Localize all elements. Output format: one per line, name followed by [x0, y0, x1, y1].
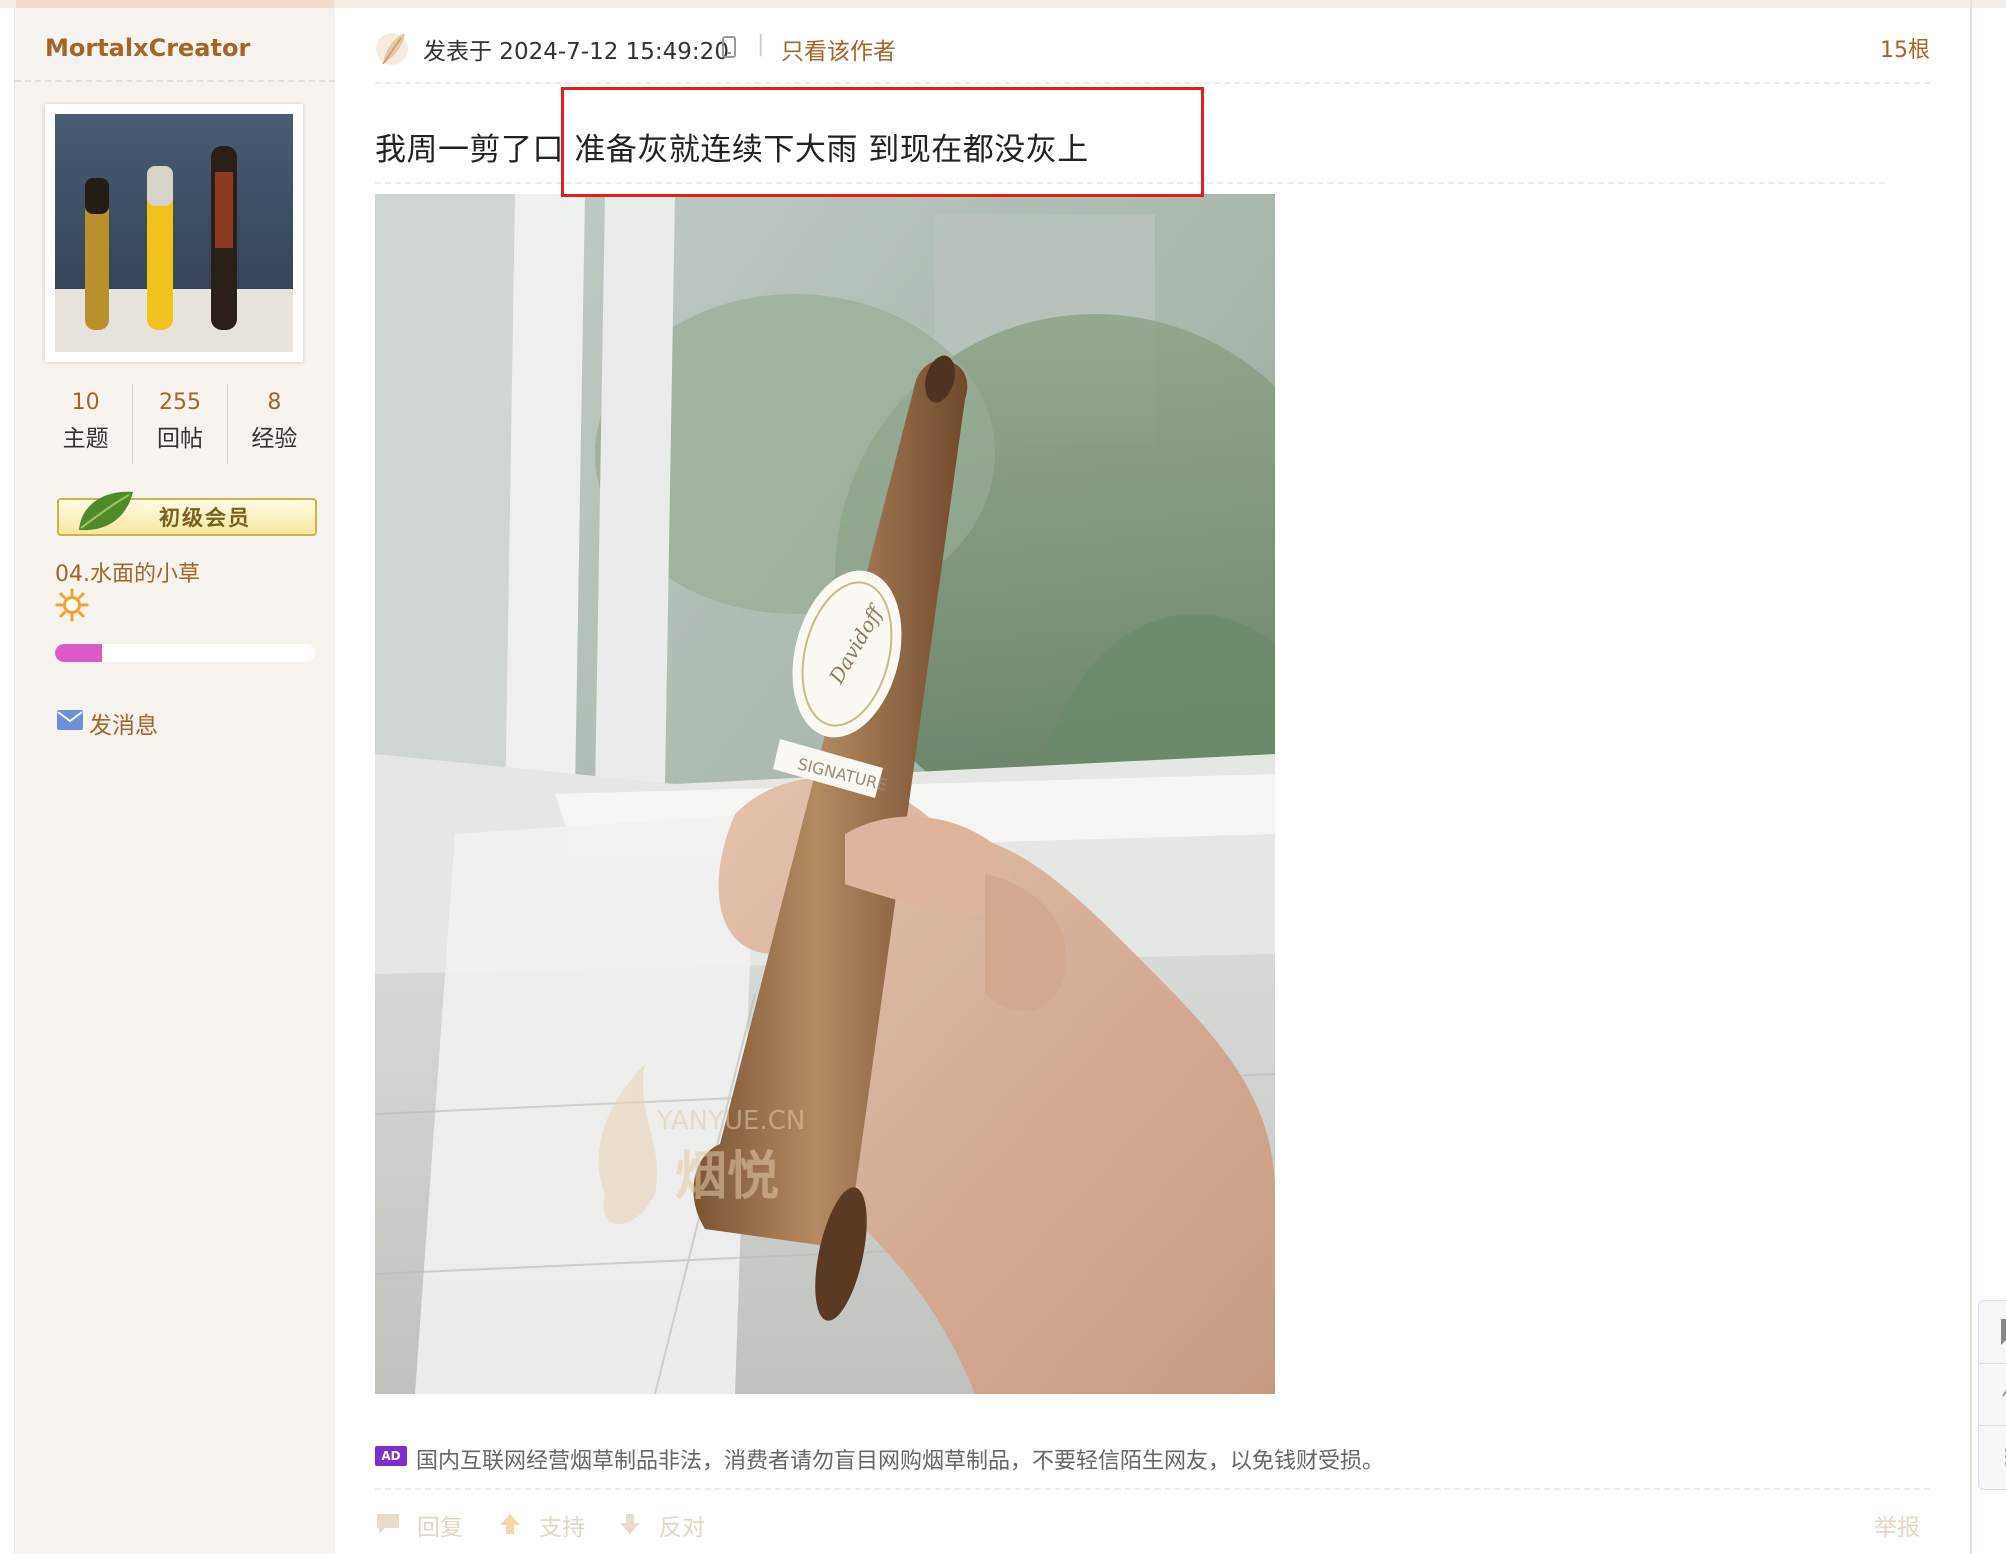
stat-experience-value: 8: [267, 390, 282, 415]
top-border-accent: [16, 0, 334, 8]
phone-icon: [722, 36, 736, 58]
float-up-button[interactable]: [1979, 1363, 2006, 1424]
oppose-icon: [620, 1514, 640, 1534]
feather-icon: [376, 33, 408, 65]
ad-text: 国内互联网经营烟草制品非法，消费者请勿盲目网购烟草制品，不要轻信陌生网友，以免钱…: [416, 1449, 1385, 1474]
arrow-up-icon: [2002, 1389, 2006, 1397]
watermark-domain: YANYUE.CN: [656, 1106, 805, 1136]
more-icon: [2005, 1448, 2006, 1466]
avatar[interactable]: [45, 104, 303, 362]
rank-label: 初级会员: [159, 506, 251, 530]
user-sidebar: MortalxCreator 10 主题 255 回帖 8 经验 初级会员 04…: [14, 8, 335, 1554]
only-author-link[interactable]: 只看该作者: [781, 32, 896, 66]
stat-experience-label: 经验: [251, 426, 298, 452]
avatar-image: [55, 114, 293, 352]
float-more-button[interactable]: [1979, 1425, 2006, 1486]
user-group: 04.水面的小草: [55, 562, 200, 587]
support-icon: [500, 1514, 520, 1534]
content-right-border: [1970, 0, 1972, 1554]
sidebar-divider: [15, 80, 335, 82]
reply-icon: [377, 1514, 399, 1534]
stat-replies-value: 255: [158, 390, 201, 415]
rank-badge: 初级会员: [57, 491, 317, 536]
mail-icon: [57, 710, 83, 730]
support-label: 支持: [539, 1515, 585, 1541]
oppose-label: 反对: [659, 1515, 705, 1541]
header-separator: |: [757, 32, 765, 57]
annotation-highlight-box: [561, 87, 1204, 197]
stat-replies-label: 回帖: [156, 426, 203, 452]
level-progress-bar: [55, 644, 315, 662]
report-link[interactable]: 举报: [1874, 1508, 1920, 1542]
floor-number[interactable]: 15根: [1880, 32, 1930, 64]
send-message-label: 发消息: [89, 713, 158, 739]
level-progress-fill: [55, 644, 102, 662]
user-stats: 10 主题 255 回帖 8 经验: [39, 384, 321, 464]
float-bookmark-button[interactable]: [1979, 1301, 2006, 1361]
stat-topics-value: 10: [71, 390, 100, 415]
reply-label: 回复: [417, 1515, 463, 1541]
post-header: 发表于 2024-7-12 15:49:20 | 只看该作者 15根: [375, 28, 1930, 68]
post-image[interactable]: SIGNATURE Davidoff YANYUE.CN 烟悦: [375, 194, 1275, 1394]
post-actions: 回复 支持 反对 举报: [375, 1508, 1920, 1542]
username-link[interactable]: MortalxCreator: [45, 34, 250, 62]
footer-divider: [375, 1488, 1930, 1490]
post-time: 发表于 2024-7-12 15:49:20: [423, 39, 729, 65]
cigar-photo: SIGNATURE Davidoff YANYUE.CN 烟悦: [375, 194, 1275, 1394]
sun-icon: [55, 588, 89, 622]
stat-topics[interactable]: 10 主题: [39, 384, 134, 464]
watermark-brand: 烟悦: [675, 1147, 779, 1207]
header-divider: [375, 82, 1930, 84]
bookmark-icon: [2001, 1319, 2006, 1345]
leaf-icon: [79, 491, 133, 531]
floating-toolbar: [1978, 1300, 2006, 1490]
stat-topics-label: 主题: [62, 426, 109, 452]
ad-badge: AD: [375, 1446, 407, 1466]
stat-experience[interactable]: 8 经验: [228, 384, 321, 464]
stat-replies[interactable]: 255 回帖: [133, 384, 228, 464]
